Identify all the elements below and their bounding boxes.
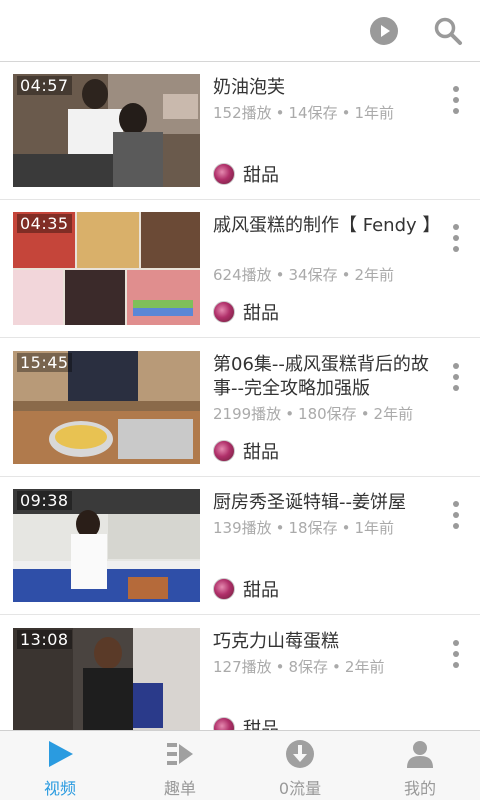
- play-circle-icon[interactable]: [370, 17, 398, 45]
- tab-label: 我的: [403, 779, 436, 798]
- video-list: 04:57 奶油泡芙 152播放 • 14保存 • 1年前 甜品 04:35 戚…: [0, 62, 480, 730]
- upload-age: 2年前: [354, 266, 394, 284]
- category-avatar: [213, 301, 235, 323]
- video-stats: 152播放 • 14保存 • 1年前: [213, 104, 394, 122]
- video-list-item[interactable]: 13:08 巧克力山莓蛋糕 127播放 • 8保存 • 2年前 甜品: [0, 616, 480, 730]
- video-thumbnail[interactable]: 04:57: [13, 74, 200, 187]
- play-count: 2199播放: [213, 405, 282, 423]
- video-stats: 624播放 • 34保存 • 2年前: [213, 266, 394, 284]
- upload-age: 2年前: [373, 405, 414, 423]
- category-tag[interactable]: 甜品: [213, 300, 279, 324]
- tab-zero-data[interactable]: 0流量: [240, 731, 360, 800]
- upload-age: 1年前: [354, 104, 394, 122]
- duration-label: 15:45: [17, 353, 72, 372]
- save-count: 14保存: [288, 104, 338, 122]
- duration-label: 04:35: [17, 214, 72, 233]
- search-icon[interactable]: [433, 16, 463, 46]
- video-thumbnail[interactable]: 04:35: [13, 212, 200, 325]
- more-options-icon[interactable]: [450, 86, 462, 116]
- upload-age: 1年前: [354, 519, 394, 537]
- more-options-icon[interactable]: [450, 640, 462, 670]
- video-list-item[interactable]: 04:57 奶油泡芙 152播放 • 14保存 • 1年前 甜品: [0, 62, 480, 200]
- save-count: 180保存: [298, 405, 357, 423]
- category-label: 甜品: [243, 442, 279, 463]
- video-thumbnail[interactable]: 15:45: [13, 351, 200, 464]
- play-triangle-icon: [49, 741, 73, 767]
- save-count: 34保存: [288, 266, 338, 284]
- category-label: 甜品: [243, 719, 279, 730]
- category-label: 甜品: [243, 165, 279, 186]
- video-thumbnail[interactable]: 09:38: [13, 489, 200, 602]
- duration-label: 13:08: [17, 630, 72, 649]
- tab-playlists[interactable]: 趣单: [120, 731, 240, 800]
- category-label: 甜品: [243, 580, 279, 601]
- video-list-item[interactable]: 15:45 第06集--戚风蛋糕背后的故事--完全攻略加强版 2199播放 • 18…: [0, 339, 480, 477]
- category-avatar: [213, 163, 235, 185]
- video-list-item[interactable]: 09:38 厨房秀圣诞特辑--姜饼屋 139播放 • 18保存 • 1年前 甜品: [0, 477, 480, 615]
- tab-mine[interactable]: 我的: [360, 731, 480, 800]
- category-tag[interactable]: 甜品: [213, 162, 279, 186]
- tab-videos[interactable]: 视频: [0, 731, 120, 800]
- person-icon: [407, 741, 433, 768]
- upload-age: 2年前: [344, 658, 385, 676]
- duration-label: 04:57: [17, 76, 72, 95]
- video-stats: 139播放 • 18保存 • 1年前: [213, 519, 394, 537]
- category-tag[interactable]: 甜品: [213, 716, 279, 730]
- video-title[interactable]: 奶油泡芙: [213, 76, 435, 100]
- video-thumbnail[interactable]: 13:08: [13, 628, 200, 730]
- more-options-icon[interactable]: [450, 501, 462, 531]
- save-count: 18保存: [288, 519, 338, 537]
- category-avatar: [213, 440, 235, 462]
- top-bar: [0, 0, 480, 62]
- video-title[interactable]: 戚风蛋糕的制作【 Fendy 】: [213, 214, 440, 238]
- category-avatar: [213, 717, 235, 730]
- more-options-icon[interactable]: [450, 363, 462, 393]
- video-stats: 2199播放 • 180保存 • 2年前: [213, 405, 414, 423]
- video-title[interactable]: 第06集--戚风蛋糕背后的故事--完全攻略加强版: [213, 353, 435, 401]
- bottom-tab-bar: 视频 趣单 0流量 我的: [0, 730, 480, 800]
- video-stats: 127播放 • 8保存 • 2年前: [213, 658, 385, 676]
- category-label: 甜品: [243, 303, 279, 324]
- tab-label: 0流量: [278, 779, 322, 798]
- video-title[interactable]: 厨房秀圣诞特辑--姜饼屋: [213, 491, 435, 515]
- more-options-icon[interactable]: [450, 224, 462, 254]
- play-count: 127播放: [213, 658, 272, 676]
- save-count: 8保存: [288, 658, 329, 676]
- category-tag[interactable]: 甜品: [213, 439, 279, 463]
- duration-label: 09:38: [17, 491, 72, 510]
- play-count: 152播放: [213, 104, 272, 122]
- tab-label: 趣单: [163, 779, 196, 798]
- play-count: 139播放: [213, 519, 272, 537]
- list-play-icon: [167, 743, 193, 765]
- category-avatar: [213, 578, 235, 600]
- tab-label: 视频: [43, 779, 76, 798]
- play-count: 624播放: [213, 266, 272, 284]
- video-list-item[interactable]: 04:35 戚风蛋糕的制作【 Fendy 】 624播放 • 34保存 • 2年前 甜品: [0, 200, 480, 338]
- download-icon: [286, 740, 314, 768]
- video-title[interactable]: 巧克力山莓蛋糕: [213, 630, 435, 654]
- category-tag[interactable]: 甜品: [213, 577, 279, 601]
